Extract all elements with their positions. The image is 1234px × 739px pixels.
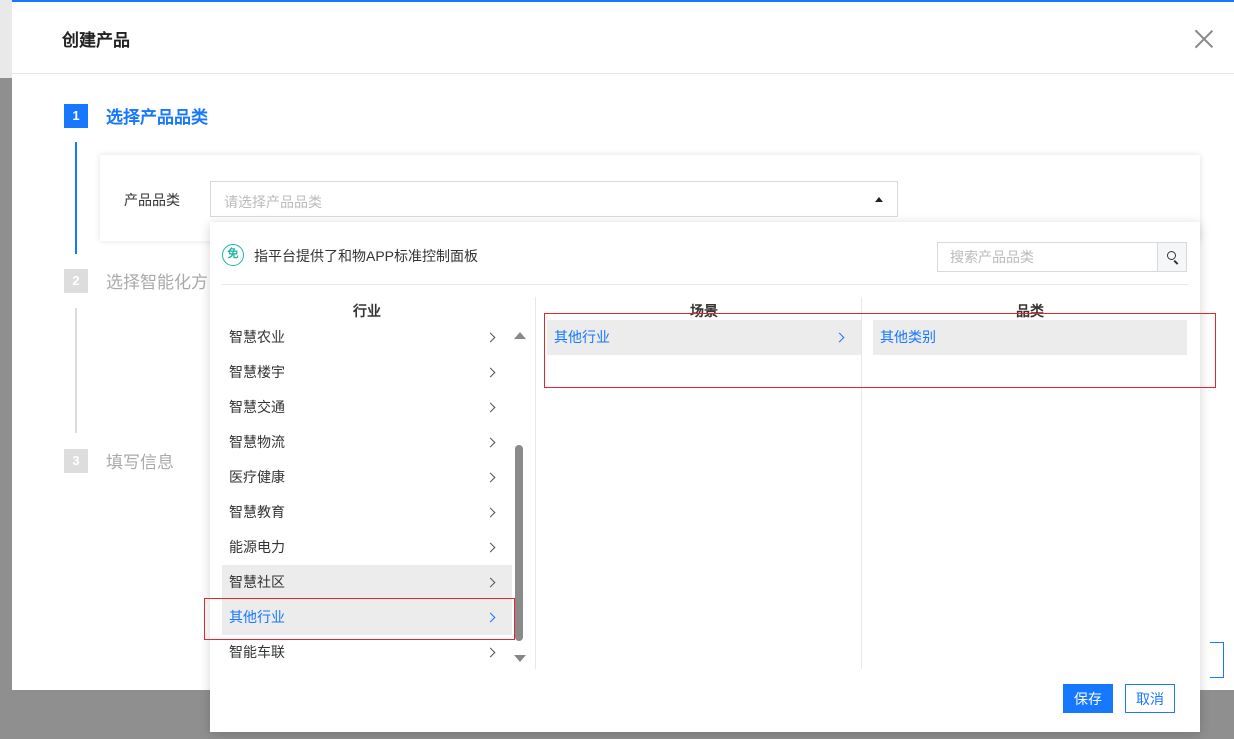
highlight-box-industry (204, 598, 515, 640)
step-label: 选择产品品类 (106, 108, 208, 127)
list-item[interactable]: 智能车联 (222, 635, 512, 669)
list-item[interactable]: 智慧物流 (222, 425, 512, 460)
modal-title: 创建产品 (62, 31, 130, 50)
step-number: 2 (64, 268, 88, 293)
chevron-right-icon (485, 402, 496, 413)
item-label: 智慧教育 (229, 504, 285, 520)
search-button[interactable] (1157, 242, 1187, 272)
chevron-right-icon (485, 332, 496, 343)
category-select[interactable]: 请选择产品品类 (210, 181, 898, 217)
item-label: 智慧物流 (229, 434, 285, 450)
step-connector (75, 142, 77, 254)
scroll-thumb[interactable] (515, 445, 523, 641)
list-item[interactable]: 智慧社区 (222, 565, 512, 600)
column-divider (535, 297, 536, 669)
chevron-right-icon (485, 472, 496, 483)
scroll-down-icon[interactable] (514, 655, 526, 662)
list-item[interactable]: 智慧交通 (222, 390, 512, 425)
step-number: 3 (64, 448, 88, 473)
step-1: 1 选择产品品类 (64, 103, 208, 128)
item-label: 智慧社区 (229, 574, 285, 590)
panel-notice: 指平台提供了和物APP标准控制面板 (254, 248, 479, 264)
step-3: 3 填写信息 (64, 448, 174, 473)
step-label: 选择智能化方 (106, 273, 208, 292)
save-button[interactable]: 保存 (1063, 684, 1113, 713)
category-search-input[interactable] (937, 242, 1159, 272)
modal-header: 创建产品 (12, 2, 1234, 74)
item-label: 智慧楼宇 (229, 364, 285, 380)
item-label: 智慧农业 (229, 329, 285, 345)
category-field-label: 产品品类 (124, 192, 180, 208)
item-label: 智慧交通 (229, 399, 285, 415)
chevron-right-icon (485, 577, 496, 588)
cancel-button[interactable]: 取消 (1125, 684, 1175, 713)
chevron-right-icon (485, 647, 496, 658)
chevron-right-icon (485, 542, 496, 553)
list-item[interactable]: 智慧楼宇 (222, 355, 512, 390)
item-label: 能源电力 (229, 539, 285, 555)
chevron-right-icon (485, 507, 496, 518)
search-icon (1167, 251, 1176, 260)
list-item[interactable]: 医疗健康 (222, 460, 512, 495)
step-2: 2 选择智能化方 (64, 268, 208, 293)
list-item[interactable]: 智慧农业 (222, 320, 512, 355)
list-item[interactable]: 智慧教育 (222, 495, 512, 530)
list-item[interactable]: 能源电力 (222, 530, 512, 565)
item-label: 医疗健康 (229, 469, 285, 485)
free-badge-icon: 免 (222, 244, 244, 266)
column-header: 行业 (353, 303, 381, 319)
category-select-placeholder: 请选择产品品类 (224, 194, 322, 210)
close-icon[interactable] (1194, 28, 1214, 48)
step-connector (75, 308, 77, 433)
scroll-up-icon[interactable] (514, 332, 526, 339)
next-button[interactable] (1210, 642, 1224, 678)
highlight-box-scene-category (544, 313, 1216, 388)
step-label: 填写信息 (106, 453, 174, 472)
step-number: 1 (64, 103, 88, 128)
caret-up-icon (875, 197, 883, 202)
chevron-right-icon (485, 437, 496, 448)
category-dropdown-panel: 免 指平台提供了和物APP标准控制面板 行业 智慧农业 智慧楼宇 智慧交通 智慧… (204, 222, 1216, 732)
divider (222, 284, 1188, 285)
item-label: 智能车联 (229, 644, 285, 660)
chevron-right-icon (485, 367, 496, 378)
